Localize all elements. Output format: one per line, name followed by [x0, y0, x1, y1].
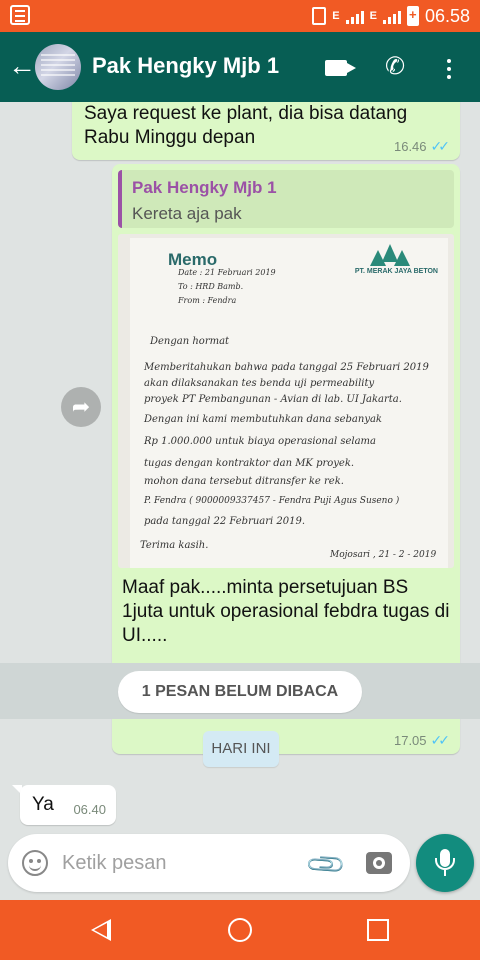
- navigation-bar: [0, 900, 480, 960]
- memo-line: Terima kasih.: [140, 540, 209, 551]
- contact-name[interactable]: Pak Hengky Mjb 1: [92, 53, 279, 79]
- message-input[interactable]: [62, 848, 292, 878]
- memo-line: akan dilaksanakan tes benda uji permeabi…: [144, 378, 375, 389]
- camera-icon[interactable]: [366, 852, 392, 874]
- image-caption: Maaf pak.....minta persetujuan BS 1juta …: [122, 577, 450, 646]
- signal-icon: [382, 8, 401, 24]
- mic-icon-arc: [435, 858, 455, 870]
- signal-icon: [345, 8, 364, 24]
- nav-recent-icon[interactable]: [367, 919, 389, 941]
- memo-company: PT. MERAK JAYA BETON: [354, 268, 438, 275]
- memo-photo[interactable]: Memo PT. MERAK JAYA BETON Date : 21 Febr…: [118, 234, 454, 568]
- memo-line: tugas dengan kontraktor dan MK proyek.: [144, 458, 355, 469]
- message-text: Ya: [32, 794, 54, 815]
- memo-line: Rp 1.000.000 untuk biaya operasional sel…: [144, 436, 376, 447]
- mic-icon-stem: [444, 870, 446, 876]
- avatar[interactable]: [35, 44, 81, 90]
- nav-back-icon[interactable]: [91, 919, 111, 941]
- chat-header: ← Pak Hengky Mjb 1 ✆: [0, 32, 480, 102]
- message-meta: 16.46 ✓✓: [394, 138, 450, 155]
- message-time: 16.46: [393, 139, 427, 154]
- memo-line: To : HRD Bamb.: [178, 282, 244, 291]
- chat-area[interactable]: Saya request ke plant, dia bisa datang R…: [0, 102, 480, 834]
- memo-line: P. Fendra ( 9000009337457 - Fendra Puji …: [144, 496, 400, 506]
- memo-line: Dengan hormat: [150, 336, 230, 347]
- message-outgoing[interactable]: Saya request ke plant, dia bisa datang R…: [72, 102, 460, 160]
- read-ticks-icon: ✓✓: [430, 732, 451, 748]
- nav-home-icon[interactable]: [228, 918, 252, 942]
- network-type-1: E: [332, 10, 340, 22]
- arrow-back-icon[interactable]: ←: [8, 52, 36, 80]
- date-divider: HARI INI: [203, 731, 279, 767]
- vibrate-icon: [312, 7, 327, 25]
- memo-line: Dengan ini kami membutuhkan dana sebanya…: [144, 414, 382, 425]
- quote-text: Kereta aja pak: [132, 204, 242, 223]
- message-meta: 06.40: [73, 802, 106, 817]
- memo-line: Mojosari , 21 - 2 - 2019: [330, 550, 437, 560]
- message-time: 06.40: [73, 802, 106, 817]
- memo-line: mohon dana tersebut ditransfer ke rek.: [144, 476, 344, 487]
- voice-call-icon[interactable]: ✆: [385, 52, 405, 81]
- status-icons: E E 06.58: [312, 4, 470, 28]
- video-call-icon[interactable]: [325, 60, 356, 76]
- company-logo-icon: [370, 244, 410, 266]
- quoted-message[interactable]: Pak Hengky Mjb 1 Kereta aja pak: [118, 170, 454, 228]
- emoji-icon[interactable]: [22, 850, 48, 876]
- network-type-2: E: [369, 10, 377, 22]
- message-time: 17.05: [393, 733, 427, 748]
- forward-icon[interactable]: ➦: [61, 387, 101, 427]
- compose-bar: 📎: [8, 834, 410, 892]
- message-incoming[interactable]: Ya 06.40: [20, 785, 116, 825]
- battery-icon: [406, 6, 419, 26]
- memo-line: pada tanggal 22 Februari 2019.: [144, 516, 306, 527]
- memo-paper: Memo PT. MERAK JAYA BETON Date : 21 Febr…: [130, 238, 448, 568]
- attach-icon[interactable]: 📎: [304, 842, 349, 887]
- mic-button[interactable]: [416, 834, 474, 892]
- message-meta: 17.05 ✓✓: [394, 732, 450, 749]
- status-bar: E E 06.58: [0, 0, 480, 32]
- memo-line: Date : 21 Februari 2019: [178, 268, 276, 277]
- unread-banner: 1 PESAN BELUM DIBACA: [118, 671, 362, 713]
- quote-author: Pak Hengky Mjb 1: [132, 178, 277, 197]
- read-ticks-icon: ✓✓: [430, 138, 451, 154]
- memo-line: From : Fendra: [178, 296, 237, 305]
- memo-line: proyek PT Pembangunan - Avian di lab. UI…: [144, 394, 402, 405]
- more-vert-icon[interactable]: [447, 59, 451, 63]
- memo-line: Memberitahukan bahwa pada tanggal 25 Feb…: [144, 362, 429, 373]
- status-time: 06.58: [424, 5, 470, 26]
- notification-icon: [10, 5, 30, 25]
- memo-title: Memo: [168, 250, 218, 269]
